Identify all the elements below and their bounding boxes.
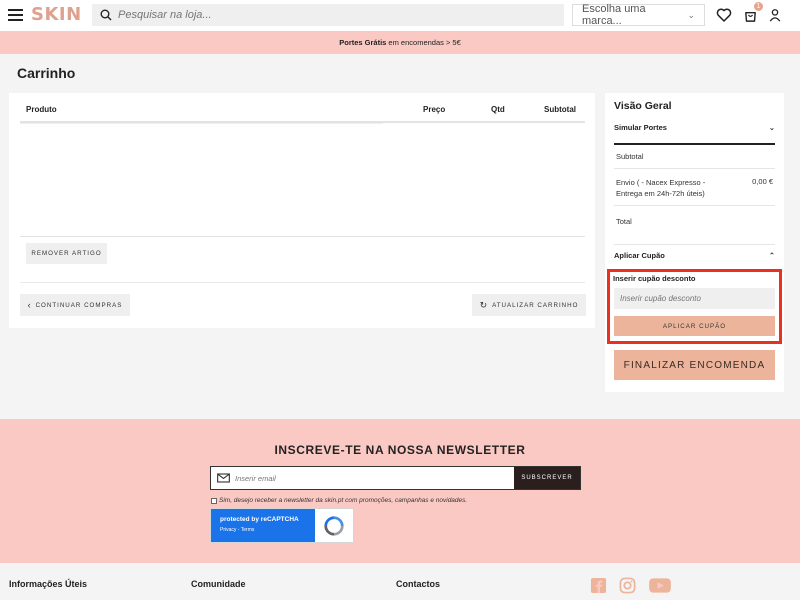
continue-shopping-label: CONTINUAR COMPRAS <box>35 301 123 309</box>
recaptcha-logo-icon <box>315 509 353 542</box>
footer-community: Comunidade <box>191 579 246 589</box>
promo-text: em encomendas > 5€ <box>386 38 461 47</box>
coupon-field-label: Inserir cupão desconto <box>613 274 696 283</box>
search-input[interactable] <box>118 9 538 21</box>
consent-checkbox[interactable] <box>211 497 217 504</box>
refresh-icon: ↻ <box>479 299 489 310</box>
row-divider <box>614 168 775 169</box>
checkout-button[interactable]: FINALIZAR ENCOMENDA <box>614 350 775 380</box>
remove-item-button[interactable]: REMOVER ARTIGO <box>26 243 107 264</box>
header-divider-secondary <box>20 123 383 124</box>
wishlist-heart-icon[interactable] <box>715 6 733 24</box>
simulate-shipping-label: Simular Portes <box>614 123 667 132</box>
newsletter-section: INSCREVE-TE NA NOSSA NEWSLETTER SUBSCREV… <box>0 419 800 563</box>
social-links <box>590 577 672 594</box>
footer-contacts: Contactos <box>396 579 441 589</box>
cart-count-badge: 1 <box>754 2 763 11</box>
cart-divider <box>20 236 585 237</box>
column-product: Produto <box>26 105 57 114</box>
search-bar[interactable] <box>92 4 564 26</box>
facebook-icon[interactable] <box>590 577 607 594</box>
newsletter-consent[interactable]: Sim, desejo receber a newsletter da skin… <box>211 497 467 504</box>
recaptcha-text-panel: protected by reCAPTCHA Privacy - Terms <box>211 509 315 542</box>
search-icon <box>100 9 112 21</box>
cart-panel: Produto Preço Qtd Subtotal REMOVER ARTIG… <box>9 93 595 328</box>
promo-bold: Portes Grátis <box>339 38 387 47</box>
row-divider <box>614 244 775 245</box>
footer-useful-info: Informações Úteis <box>9 579 88 589</box>
column-qty: Qtd <box>491 105 505 114</box>
account-user-icon[interactable] <box>766 6 784 24</box>
apply-coupon-toggle[interactable]: Aplicar Cupão ⌃ <box>614 251 775 260</box>
page-title: Carrinho <box>17 65 76 81</box>
total-label: Total <box>616 217 632 226</box>
summary-divider <box>614 143 775 145</box>
logo[interactable]: SKIN <box>31 4 82 25</box>
shipping-value: 0,00 € <box>752 177 773 186</box>
shipping-label: Envio ( - Nacex Expresso - Entrega em 24… <box>616 178 706 198</box>
chevron-up-icon: ⌃ <box>768 251 775 260</box>
actions-divider <box>20 282 585 283</box>
shipping-row: Envio ( - Nacex Expresso - Entrega em 24… <box>614 177 775 199</box>
chevron-left-icon: ‹ <box>27 300 32 310</box>
menu-icon[interactable] <box>8 9 23 21</box>
youtube-icon[interactable] <box>648 577 672 594</box>
envelope-icon <box>211 467 235 489</box>
instagram-icon[interactable] <box>619 577 636 594</box>
subscribe-button[interactable]: SUBSCREVER <box>514 467 580 489</box>
coupon-input[interactable] <box>614 288 775 309</box>
promo-bar: Portes Grátis em encomendas > 5€ <box>0 31 800 54</box>
chevron-down-icon: ⌄ <box>687 9 695 20</box>
recaptcha-title: protected by reCAPTCHA <box>220 516 299 523</box>
newsletter-form: SUBSCREVER <box>210 466 581 490</box>
continue-shopping-button[interactable]: ‹ CONTINUAR COMPRAS <box>20 294 130 316</box>
update-cart-button[interactable]: ↻ ATUALIZAR CARRINHO <box>472 294 586 316</box>
column-subtotal: Subtotal <box>544 105 576 114</box>
order-summary: Visão Geral Simular Portes ⌄ Subtotal En… <box>605 93 784 392</box>
consent-text: Sim, desejo receber a newsletter da skin… <box>219 497 468 504</box>
cart-table-header: Produto Preço Qtd Subtotal <box>20 103 585 122</box>
chevron-down-icon: ⌄ <box>768 123 775 132</box>
subtotal-row: Subtotal <box>614 152 775 161</box>
brand-select[interactable]: Escolha uma marca... ⌄ <box>572 3 705 27</box>
footer: Informações Úteis Comunidade Contactos <box>0 563 800 600</box>
subtotal-label: Subtotal <box>616 152 644 161</box>
summary-title: Visão Geral <box>614 100 672 112</box>
row-divider <box>614 205 775 206</box>
apply-coupon-label: Aplicar Cupão <box>614 251 665 260</box>
apply-coupon-button[interactable]: APLICAR CUPÃO <box>614 316 775 336</box>
cart-icon[interactable]: 1 <box>741 2 763 24</box>
recaptcha-links[interactable]: Privacy - Terms <box>220 527 315 533</box>
newsletter-email-input[interactable] <box>235 467 514 489</box>
recaptcha-badge[interactable]: protected by reCAPTCHA Privacy - Terms <box>210 508 354 543</box>
total-row: Total <box>614 217 775 226</box>
brand-select-value: Escolha uma marca... <box>582 3 646 27</box>
newsletter-title: INSCREVE-TE NA NOSSA NEWSLETTER <box>274 443 526 457</box>
simulate-shipping-toggle[interactable]: Simular Portes ⌄ <box>614 123 775 132</box>
header: SKIN Escolha uma marca... ⌄ 1 <box>0 0 800 31</box>
update-cart-label: ATUALIZAR CARRINHO <box>492 301 579 309</box>
column-price: Preço <box>423 105 446 114</box>
